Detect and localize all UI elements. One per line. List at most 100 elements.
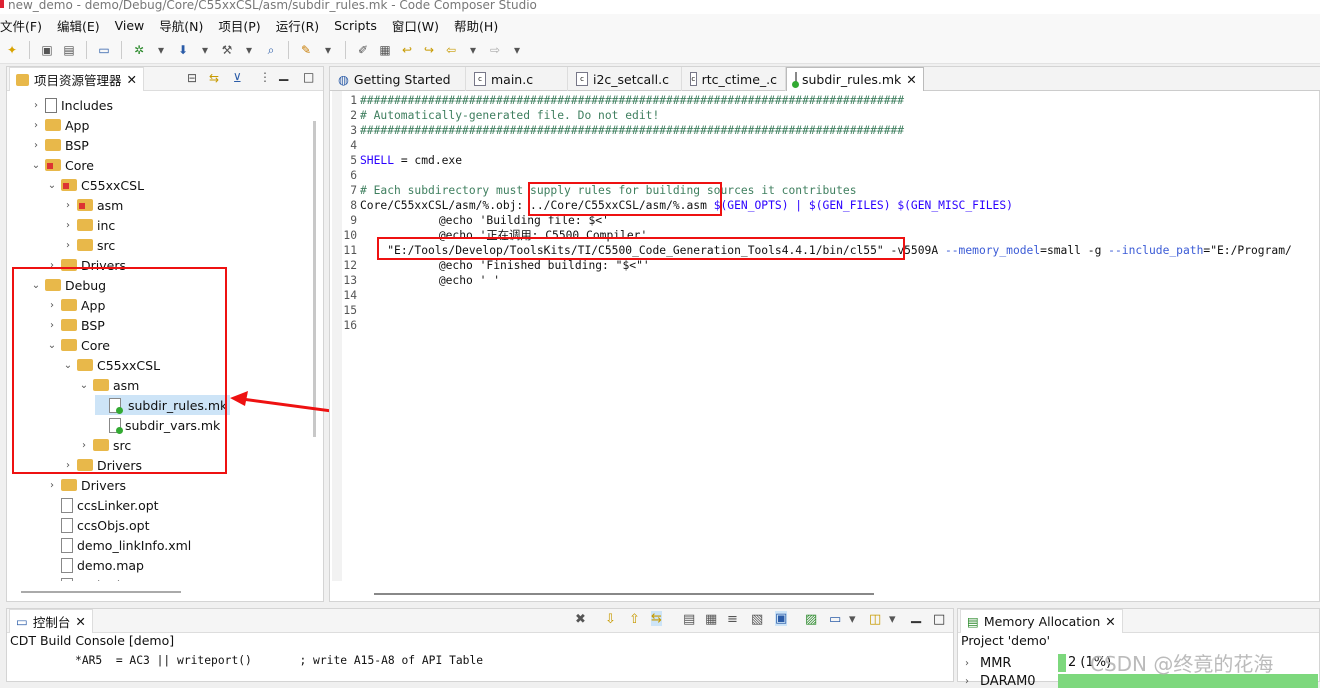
chevron-right-icon[interactable]: › xyxy=(31,120,41,131)
view-menu-icon[interactable]: ⋮ xyxy=(259,70,271,84)
tree-item[interactable]: › App xyxy=(31,115,89,135)
paste-icon[interactable]: ▦ xyxy=(705,612,717,627)
dropdown-icon[interactable]: ▾ xyxy=(153,42,169,58)
clear-console-icon[interactable]: ✖ xyxy=(575,612,586,627)
scroll-lock-icon[interactable]: ⇆ xyxy=(651,611,662,626)
format-icon[interactable]: ▦ xyxy=(377,42,393,58)
menu-navigate[interactable]: 导航(N) xyxy=(159,16,203,35)
chevron-right-icon[interactable]: › xyxy=(31,140,41,151)
menu-window[interactable]: 窗口(W) xyxy=(392,16,439,35)
forward-icon[interactable]: ⇨ xyxy=(487,42,503,58)
annotation-box-compiler-path xyxy=(377,237,905,260)
dropdown-icon[interactable]: ▾ xyxy=(241,42,257,58)
tab-subdir-rules[interactable]: subdir_rules.mk ✕ xyxy=(786,67,924,91)
chevron-right-icon[interactable]: › xyxy=(47,480,57,491)
horizontal-scrollbar[interactable] xyxy=(21,591,181,593)
chevron-right-icon[interactable]: › xyxy=(31,100,41,111)
tree-item[interactable]: ⌄ Core xyxy=(31,155,94,175)
annotation-icon[interactable]: ✐ xyxy=(355,42,371,58)
link-editor-icon[interactable]: ⇆ xyxy=(209,71,219,85)
chevron-right-icon[interactable]: › xyxy=(63,240,73,251)
word-wrap-icon[interactable]: ≡ xyxy=(727,612,738,627)
chevron-right-icon[interactable]: › xyxy=(962,676,972,687)
terminal-icon[interactable]: ▭ xyxy=(96,42,112,58)
maximize-icon[interactable]: □ xyxy=(303,70,314,84)
close-icon[interactable]: ✕ xyxy=(906,72,916,87)
debug-icon[interactable]: ✲ xyxy=(131,42,147,58)
dropdown-icon[interactable]: ▾ xyxy=(465,42,481,58)
tab-console[interactable]: ▭ 控制台 ✕ xyxy=(9,609,93,633)
chevron-down-icon[interactable]: ⌄ xyxy=(47,180,57,191)
code-area[interactable]: 1 #######################################… xyxy=(330,93,1320,333)
build-hammer-icon[interactable]: ⚒ xyxy=(219,42,235,58)
minimize-icon[interactable]: ▁ xyxy=(911,609,921,624)
tree-item[interactable]: › src xyxy=(63,235,115,255)
run-tools-icon[interactable]: ✎ xyxy=(298,42,314,58)
menu-project[interactable]: 项目(P) xyxy=(218,16,260,35)
menu-scripts[interactable]: Scripts xyxy=(334,18,377,33)
code-line-5: 5 SHELL = cmd.exe xyxy=(350,154,463,167)
tree-item[interactable]: › inc xyxy=(63,215,115,235)
back-icon[interactable]: ⇦ xyxy=(443,42,459,58)
filter-icon[interactable]: ⊻ xyxy=(233,71,242,85)
save-all-icon[interactable]: ▤ xyxy=(61,42,77,58)
memory-icon: ▤ xyxy=(967,614,979,629)
chevron-right-icon[interactable]: › xyxy=(962,658,972,669)
tab-rtc-ctime[interactable]: c rtc_ctime_.c xyxy=(682,67,786,91)
code-line-6: 6 xyxy=(350,169,357,182)
tree-item[interactable]: demo.map xyxy=(47,555,144,575)
menu-view[interactable]: View xyxy=(115,18,145,33)
menu-edit[interactable]: 编辑(E) xyxy=(57,16,100,35)
dropdown-icon[interactable]: ▾ xyxy=(320,42,336,58)
dropdown-icon[interactable]: ▾ xyxy=(509,42,525,58)
close-icon[interactable]: ✕ xyxy=(1105,614,1115,629)
code-line-2: 2 # Automatically-generated file. Do not … xyxy=(350,109,660,122)
copy-icon[interactable]: ▤ xyxy=(683,612,695,627)
dropdown-icon[interactable]: ▾ xyxy=(849,612,856,627)
tree-item[interactable]: › BSP xyxy=(31,135,89,155)
menu-file[interactable]: 文件(F) xyxy=(0,16,42,35)
annotation-box-debug-folder xyxy=(12,267,227,474)
tab-main-c[interactable]: c main.c xyxy=(466,67,568,91)
menu-run[interactable]: 运行(R) xyxy=(276,16,319,35)
menu-help[interactable]: 帮助(H) xyxy=(454,16,498,35)
editor-horizontal-scrollbar[interactable] xyxy=(374,593,874,595)
tree-item[interactable]: › asm xyxy=(63,195,123,215)
open-console-icon[interactable]: ▭ xyxy=(829,612,841,627)
prev-edit-icon[interactable]: ↩ xyxy=(399,42,415,58)
dropdown-icon[interactable]: ▾ xyxy=(197,42,213,58)
maximize-icon[interactable]: □ xyxy=(933,612,945,627)
minimize-icon[interactable]: ▁ xyxy=(279,67,288,81)
tree-item[interactable]: ccsLinker.opt xyxy=(47,495,159,515)
pin-console-icon[interactable]: ▣ xyxy=(775,611,788,626)
save-icon[interactable]: ▣ xyxy=(39,42,55,58)
flash-icon[interactable]: ⬇ xyxy=(175,42,191,58)
tree-item[interactable]: demo_linkInfo.xml xyxy=(47,535,191,555)
next-error-icon[interactable]: ⇩ xyxy=(605,612,616,627)
collapse-all-icon[interactable]: ⊟ xyxy=(187,71,197,85)
tree-item[interactable]: main.d xyxy=(47,575,120,581)
display-console-icon[interactable]: ▨ xyxy=(805,612,817,627)
chevron-down-icon[interactable]: ⌄ xyxy=(31,160,41,171)
tree-item[interactable]: › Includes xyxy=(31,95,113,115)
remove-launch-icon[interactable]: ▧ xyxy=(751,612,763,627)
file-icon xyxy=(61,537,73,553)
tree-item[interactable]: ⌄ C55xxCSL xyxy=(47,175,144,195)
code-line-4: 4 xyxy=(350,139,357,152)
new-console-icon[interactable]: ◫ xyxy=(869,612,881,627)
close-icon[interactable]: ✕ xyxy=(75,614,85,629)
dropdown-icon[interactable]: ▾ xyxy=(889,612,896,627)
next-edit-icon[interactable]: ↪ xyxy=(421,42,437,58)
prev-error-icon[interactable]: ⇧ xyxy=(629,612,640,627)
chevron-right-icon[interactable]: › xyxy=(63,220,73,231)
tab-memory-allocation[interactable]: ▤ Memory Allocation ✕ xyxy=(960,609,1123,633)
tab-i2c-setcall[interactable]: c i2c_setcall.c xyxy=(568,67,682,91)
tree-item[interactable]: › Drivers xyxy=(47,475,126,495)
search-icon[interactable]: ⌕ xyxy=(263,42,279,58)
chevron-right-icon[interactable]: › xyxy=(63,200,73,211)
new-icon[interactable]: ✦ xyxy=(4,42,20,58)
tab-getting-started[interactable]: ◍ Getting Started xyxy=(330,67,466,91)
tree-item[interactable]: ccsObjs.opt xyxy=(47,515,149,535)
close-icon[interactable]: ✕ xyxy=(127,72,137,87)
tab-project-explorer[interactable]: 项目资源管理器 ✕ xyxy=(9,67,144,91)
